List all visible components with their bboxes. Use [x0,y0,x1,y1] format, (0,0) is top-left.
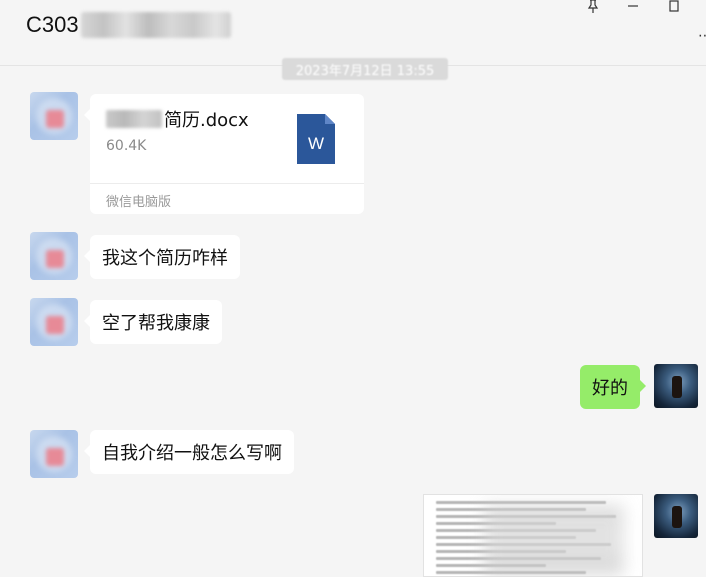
image-message-thumbnail[interactable] [423,494,643,577]
contact-avatar[interactable] [30,232,78,280]
file-name-suffix: 简历.docx [164,110,249,131]
pin-icon[interactable] [583,0,603,14]
user-avatar[interactable] [654,494,698,538]
chat-title-prefix: C303 [26,12,79,37]
message-bubble-outgoing[interactable]: 好的 [580,365,646,409]
message-bubble-incoming[interactable]: 空了帮我康康 [84,300,222,344]
word-doc-icon: W [297,114,335,164]
maximize-icon[interactable] [664,0,684,14]
message-bubble-incoming[interactable]: 自我介绍一般怎么写啊 [84,430,294,474]
file-name-redacted [106,110,162,128]
user-avatar[interactable] [654,364,698,408]
chat-title-redacted [80,12,231,38]
contact-avatar[interactable] [30,430,78,478]
file-message-card[interactable]: 简历.docx 60.4K W 微信电脑版 [84,94,364,214]
contact-avatar[interactable] [30,92,78,140]
more-icon[interactable]: ⋯ [698,28,706,44]
message-timestamp: 2023年7月12日 13:55 [282,58,448,80]
doc-redaction [484,505,624,575]
file-source: 微信电脑版 [106,195,172,210]
message-bubble-incoming[interactable]: 我这个简历咋样 [84,235,240,279]
card-divider [90,183,364,184]
file-name: 简历.docx [106,106,249,132]
chat-title[interactable]: C303 [26,12,231,38]
doc-text-line [436,501,606,504]
contact-avatar[interactable] [30,298,78,346]
file-size: 60.4K [106,138,147,154]
word-doc-letter: W [308,134,324,153]
minimize-icon[interactable] [623,0,643,14]
chat-header: C303 ⋯ [0,0,706,66]
